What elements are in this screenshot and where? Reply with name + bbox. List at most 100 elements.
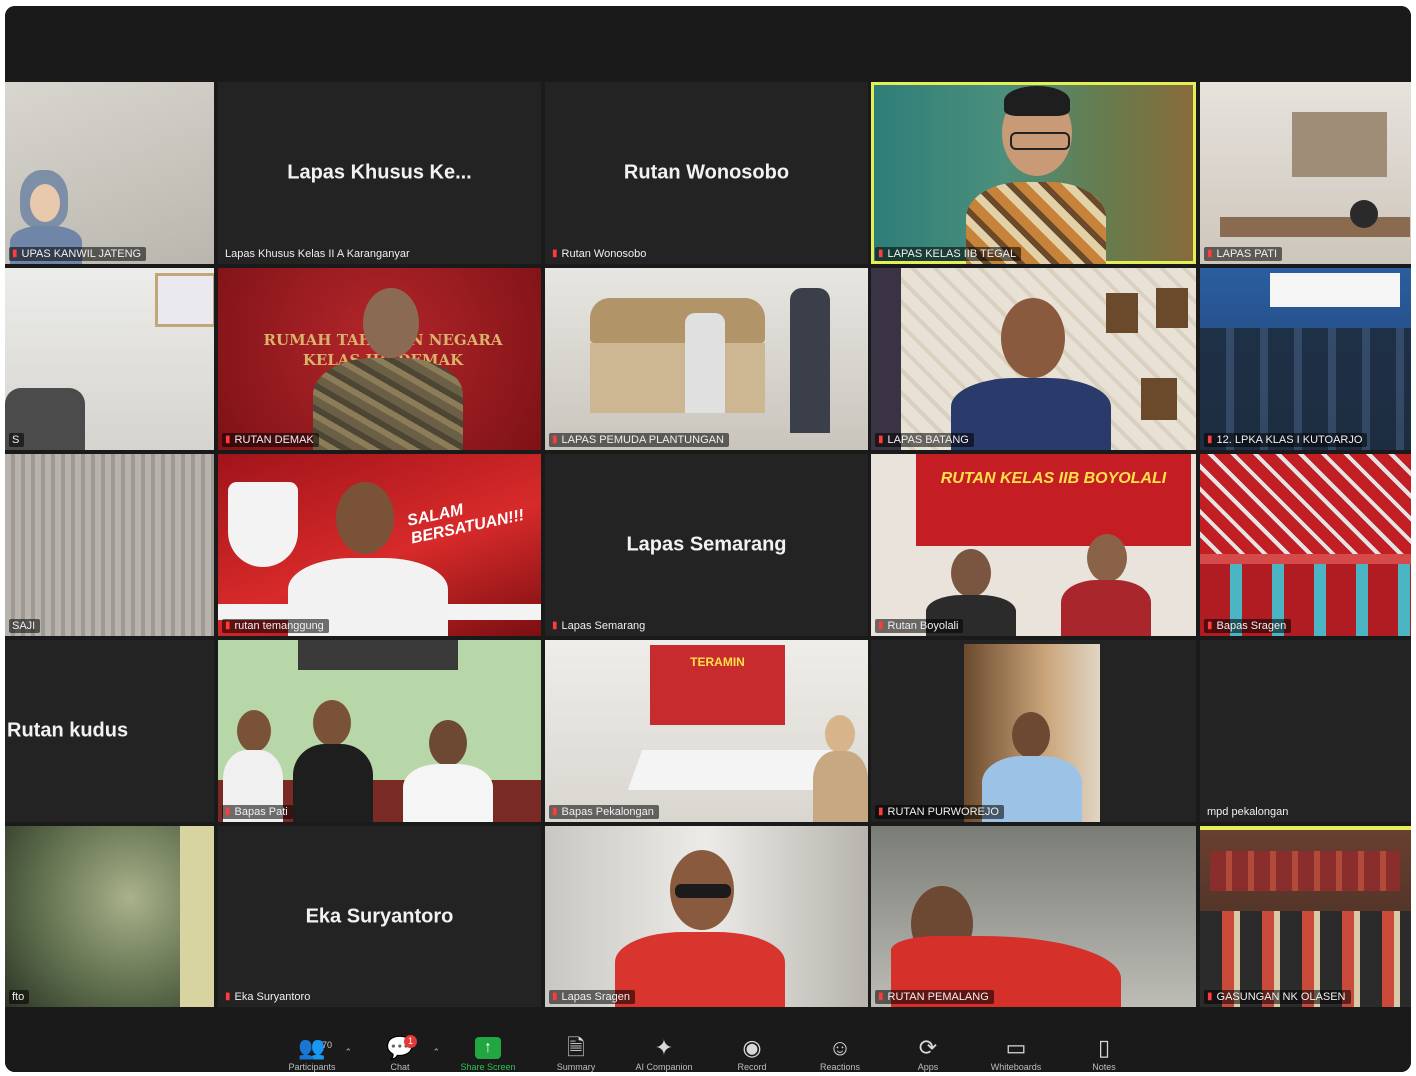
participant-name-label: ▮ RUTAN DEMAK	[222, 433, 319, 447]
chat-unread-badge: 1	[404, 1035, 417, 1048]
participant-display-name: Lapas Semarang	[626, 533, 787, 556]
apps-button[interactable]: ⟳ Apps	[884, 1007, 972, 1073]
mic-muted-icon: ▮	[878, 434, 884, 445]
participant-name-label: ▮ RUTAN PEMALANG	[875, 990, 994, 1004]
video-tile[interactable]: RUMAH TAHANAN NEGARA KELAS IIB DEMAK ▮RU…	[218, 268, 541, 450]
ai-companion-button[interactable]: ✦ AI Companion	[620, 1007, 708, 1073]
participant-figure	[951, 298, 1111, 450]
video-tile[interactable]: ▮ Bapas Pati	[218, 640, 541, 822]
mic-muted-icon: ▮	[225, 434, 231, 445]
mic-muted-icon: ▮	[12, 248, 18, 259]
participant-name-label: ▮ Rutan Boyolali	[875, 619, 964, 633]
participant-display-name: Rutan kudus	[7, 719, 129, 742]
reactions-icon: ☺	[828, 1035, 852, 1060]
participant-name-label: ▮ Rutan Wonosobo	[552, 248, 647, 260]
participant-name-label: ▮ LAPAS PEMUDA PLANTUNGAN	[549, 433, 729, 447]
participant-figure	[615, 850, 785, 1007]
video-tile[interactable]: ▮ RUTAN PURWOREJO	[871, 640, 1196, 822]
video-feed	[964, 644, 1100, 822]
participant-figure	[891, 876, 1121, 1007]
whiteboards-button[interactable]: ▭ Whiteboards	[972, 1007, 1060, 1073]
video-tile[interactable]: ▮ GASUNGAN NK OLASEN	[1200, 826, 1411, 1007]
video-tile[interactable]: TERAMIN ▮ Bapas Pekalongan	[545, 640, 868, 822]
video-tile[interactable]: ▮ LAPAS PEMUDA PLANTUNGAN	[545, 268, 868, 450]
participant-name-label: ▮ Eka Suryantoro	[225, 991, 311, 1003]
video-tile[interactable]: S	[5, 268, 214, 450]
video-tile[interactable]: mpd pekalongan	[1200, 640, 1411, 822]
mic-muted-icon: ▮	[225, 620, 231, 631]
mic-muted-icon: ▮	[225, 991, 231, 1002]
video-tile[interactable]: Rutan Wonosobo ▮ Rutan Wonosobo	[545, 82, 868, 264]
mic-muted-icon: ▮	[878, 620, 884, 631]
mic-muted-icon: ▮	[1207, 620, 1213, 631]
record-button[interactable]: ◉ Record	[708, 1007, 796, 1073]
mic-muted-icon: ▮	[878, 806, 884, 817]
participant-figure	[1061, 534, 1151, 636]
participant-name-label: S	[9, 433, 25, 447]
chevron-up-icon[interactable]: ⌃	[432, 1047, 440, 1058]
participant-figure	[293, 700, 373, 822]
mic-muted-icon: ▮	[1207, 248, 1213, 259]
mic-muted-icon: ▮	[552, 248, 558, 259]
participant-figure	[313, 288, 463, 450]
wall-frame	[298, 640, 458, 670]
participant-name-label: ▮ LAPAS PATI	[1204, 247, 1283, 261]
notes-button[interactable]: ▯ Notes	[1060, 1007, 1148, 1073]
mic-muted-icon: ▮	[552, 806, 558, 817]
participant-display-name: Lapas Khusus Ke...	[287, 161, 472, 184]
video-tile[interactable]: ▮ LAPAS BATANG	[871, 268, 1196, 450]
participant-name-label: SAJI	[9, 619, 41, 633]
active-speaker-tile[interactable]: ▮ LAPAS KELAS IIB TEGAL	[871, 82, 1196, 264]
video-tile[interactable]: Lapas Semarang ▮ Lapas Semarang	[545, 454, 868, 636]
video-tile[interactable]: ▮ Bapas Sragen	[1200, 454, 1411, 636]
notes-icon: ▯	[1097, 1035, 1111, 1060]
mic-muted-icon: ▮	[552, 620, 558, 631]
mic-muted-icon: ▮	[878, 991, 884, 1002]
participant-display-name: Rutan Wonosobo	[623, 161, 790, 184]
sofa	[590, 343, 765, 413]
chevron-up-icon[interactable]: ⌃	[344, 1047, 352, 1058]
wall-banner: RUTAN KELAS IIB BOYOLALI	[916, 454, 1191, 546]
table	[1220, 217, 1410, 237]
share-screen-icon: ↑	[475, 1037, 501, 1059]
video-tile[interactable]: ▮ Lapas Sragen	[545, 826, 868, 1007]
table	[627, 750, 843, 790]
participant-name-label: ▮ Bapas Sragen	[1204, 619, 1292, 633]
video-tile[interactable]: Lapas Khusus Ke... Lapas Khusus Kelas II…	[218, 82, 541, 264]
whiteboard-icon: ▭	[1005, 1035, 1027, 1060]
video-tile[interactable]: ▮ RUTAN PEMALANG	[871, 826, 1196, 1007]
sparkle-icon: ✦	[654, 1035, 674, 1060]
wall-banner	[1270, 273, 1400, 307]
participants-button[interactable]: 👥 70 ⌃ Participants	[268, 1007, 356, 1073]
video-tile[interactable]: fto	[5, 826, 214, 1007]
audience	[1200, 328, 1411, 450]
video-tile[interactable]: Eka Suryantoro ▮ Eka Suryantoro	[218, 826, 541, 1007]
participant-figure	[813, 715, 868, 822]
mic-muted-icon: ▮	[552, 434, 558, 445]
share-screen-button[interactable]: ↑ Share Screen	[444, 1007, 532, 1072]
participant-name-label: ▮ LAPAS KELAS IIB TEGAL	[875, 247, 1022, 261]
participant-display-name: Eka Suryantoro	[305, 905, 454, 927]
wall-frame	[155, 273, 214, 327]
mic-muted-icon: ▮	[552, 991, 558, 1002]
video-tile[interactable]: ▮ UPAS KANWIL JATENG	[5, 82, 214, 264]
summary-button[interactable]: 🗎 Summary	[532, 1007, 620, 1073]
reactions-button[interactable]: ☺ Reactions	[796, 1007, 884, 1073]
participant-name-label: ▮ LAPAS BATANG	[875, 433, 974, 447]
video-tile[interactable]: RUTAN KELAS IIB BOYOLALI ▮ Rutan Boyolali	[871, 454, 1196, 636]
participant-name-label: ▮ GASUNGAN NK OLASEN	[1204, 990, 1351, 1004]
video-tile[interactable]: ▮ 12. LPKA KLAS I KUTOARJO	[1200, 268, 1411, 450]
video-tile[interactable]: SALAM BERSATUAN!!! ▮ rutan temanggung	[218, 454, 541, 636]
video-tile[interactable]: Rutan kudus	[5, 640, 214, 822]
top-bar	[5, 6, 1411, 82]
participant-name-label: fto	[9, 990, 30, 1004]
participant-name-label: ▮ UPAS KANWIL JATENG	[9, 247, 147, 261]
participant-name-label: ▮ Lapas Sragen	[549, 990, 636, 1004]
video-tile[interactable]: ▮ LAPAS PATI	[1200, 82, 1411, 264]
chat-button[interactable]: 💬 1 ⌃ Chat	[356, 1007, 444, 1072]
video-tile[interactable]: SAJI	[5, 454, 214, 636]
summary-icon: 🗎	[567, 1035, 585, 1060]
participant-figure	[966, 86, 1106, 264]
participant-name-label: ▮ 12. LPKA KLAS I KUTOARJO	[1204, 433, 1368, 447]
participant-figure	[403, 720, 493, 822]
